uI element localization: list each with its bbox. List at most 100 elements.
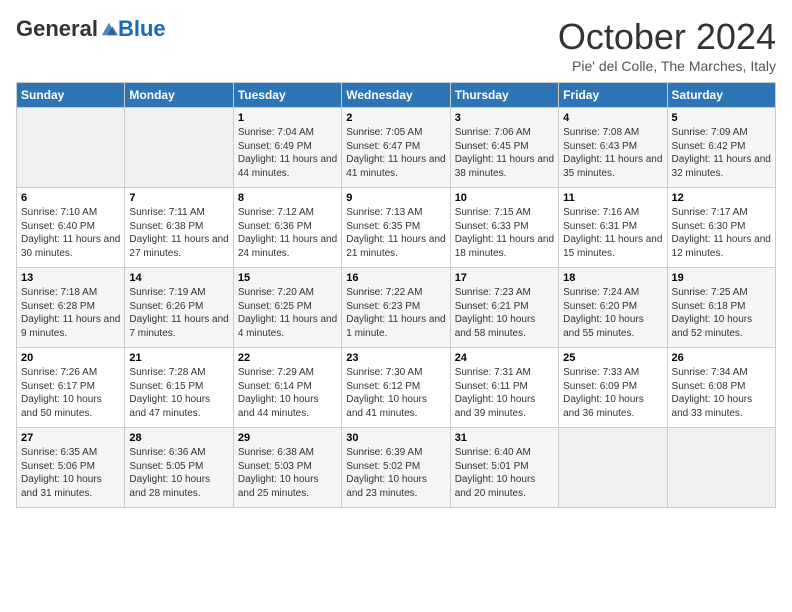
day-details: Sunrise: 7:15 AM Sunset: 6:33 PM Dayligh…	[455, 207, 554, 259]
day-number: 17	[455, 272, 554, 284]
day-cell: 5 Sunrise: 7:09 AM Sunset: 6:42 PM Daylig…	[667, 108, 775, 188]
day-details: Sunrise: 7:13 AM Sunset: 6:35 PM Dayligh…	[346, 207, 445, 259]
day-cell	[17, 108, 125, 188]
day-details: Sunrise: 7:30 AM Sunset: 6:12 PM Dayligh…	[346, 367, 427, 419]
day-cell: 21Sunrise: 7:28 AM Sunset: 6:15 PM Dayli…	[125, 348, 233, 428]
day-header-wednesday: Wednesday	[342, 83, 450, 108]
day-cell: 29 Sunrise: 6:38 AM Sunset: 5:03 PM Dayli…	[233, 428, 341, 508]
day-details: Sunrise: 7:10 AM Sunset: 6:40 PM Dayligh…	[21, 207, 120, 259]
day-cell	[125, 108, 233, 188]
week-row-4: 20Sunrise: 7:26 AM Sunset: 6:17 PM Dayli…	[17, 348, 776, 428]
day-cell: 11 Sunrise: 7:16 AM Sunset: 6:31 PM Dayli…	[559, 188, 667, 268]
day-number: 18	[563, 272, 662, 284]
day-number: 30	[346, 432, 445, 444]
day-header-tuesday: Tuesday	[233, 83, 341, 108]
day-number: 29	[238, 432, 337, 444]
day-cell	[559, 428, 667, 508]
day-cell: 25 Sunrise: 7:33 AM Sunset: 6:09 PM Dayli…	[559, 348, 667, 428]
day-header-thursday: Thursday	[450, 83, 558, 108]
day-cell: 18 Sunrise: 7:24 AM Sunset: 6:20 PM Dayli…	[559, 268, 667, 348]
day-number: 9	[346, 192, 445, 204]
day-cell: 6 Sunrise: 7:10 AM Sunset: 6:40 PM Daylig…	[17, 188, 125, 268]
day-cell: 7 Sunrise: 7:11 AM Sunset: 6:38 PM Daylig…	[125, 188, 233, 268]
day-cell: 3 Sunrise: 7:06 AM Sunset: 6:45 PM Daylig…	[450, 108, 558, 188]
day-cell: 8Sunrise: 7:12 AM Sunset: 6:36 PM Daylig…	[233, 188, 341, 268]
day-number: 7	[129, 192, 228, 204]
week-row-2: 6 Sunrise: 7:10 AM Sunset: 6:40 PM Daylig…	[17, 188, 776, 268]
logo-general-text: General	[16, 16, 98, 42]
day-header-sunday: Sunday	[17, 83, 125, 108]
day-cell: 10 Sunrise: 7:15 AM Sunset: 6:33 PM Dayli…	[450, 188, 558, 268]
day-cell: 4 Sunrise: 7:08 AM Sunset: 6:43 PM Daylig…	[559, 108, 667, 188]
week-row-3: 13 Sunrise: 7:18 AM Sunset: 6:28 PM Dayli…	[17, 268, 776, 348]
day-cell: 20Sunrise: 7:26 AM Sunset: 6:17 PM Dayli…	[17, 348, 125, 428]
day-number: 2	[346, 112, 445, 124]
title-block: October 2024 Pie' del Colle, The Marches…	[558, 16, 776, 74]
day-number: 23	[346, 352, 445, 364]
day-number: 25	[563, 352, 662, 364]
day-details: Sunrise: 7:04 AM Sunset: 6:49 PM Dayligh…	[238, 127, 337, 179]
day-details: Sunrise: 7:06 AM Sunset: 6:45 PM Dayligh…	[455, 127, 554, 179]
day-details: Sunrise: 7:18 AM Sunset: 6:28 PM Dayligh…	[21, 287, 120, 339]
day-header-monday: Monday	[125, 83, 233, 108]
day-number: 13	[21, 272, 120, 284]
day-cell: 30 Sunrise: 6:39 AM Sunset: 5:02 PM Dayli…	[342, 428, 450, 508]
day-cell: 2 Sunrise: 7:05 AM Sunset: 6:47 PM Daylig…	[342, 108, 450, 188]
day-details: Sunrise: 7:33 AM Sunset: 6:09 PM Dayligh…	[563, 367, 644, 419]
day-details: Sunrise: 7:11 AM Sunset: 6:38 PM Dayligh…	[129, 207, 228, 259]
day-number: 12	[672, 192, 771, 204]
day-cell: 23 Sunrise: 7:30 AM Sunset: 6:12 PM Dayli…	[342, 348, 450, 428]
day-cell: 17Sunrise: 7:23 AM Sunset: 6:21 PM Dayli…	[450, 268, 558, 348]
location-subtitle: Pie' del Colle, The Marches, Italy	[558, 58, 776, 74]
day-number: 26	[672, 352, 771, 364]
day-details: Sunrise: 6:35 AM Sunset: 5:06 PM Dayligh…	[21, 447, 102, 499]
day-details: Sunrise: 7:22 AM Sunset: 6:23 PM Dayligh…	[346, 287, 445, 339]
day-details: Sunrise: 7:19 AM Sunset: 6:26 PM Dayligh…	[129, 287, 228, 339]
day-number: 19	[672, 272, 771, 284]
day-details: Sunrise: 7:16 AM Sunset: 6:31 PM Dayligh…	[563, 207, 662, 259]
day-details: Sunrise: 7:08 AM Sunset: 6:43 PM Dayligh…	[563, 127, 662, 179]
day-details: Sunrise: 7:24 AM Sunset: 6:20 PM Dayligh…	[563, 287, 644, 339]
day-number: 15	[238, 272, 337, 284]
day-details: Sunrise: 7:05 AM Sunset: 6:47 PM Dayligh…	[346, 127, 445, 179]
day-details: Sunrise: 7:31 AM Sunset: 6:11 PM Dayligh…	[455, 367, 536, 419]
day-details: Sunrise: 6:38 AM Sunset: 5:03 PM Dayligh…	[238, 447, 319, 499]
day-number: 14	[129, 272, 228, 284]
day-cell: 31Sunrise: 6:40 AM Sunset: 5:01 PM Dayli…	[450, 428, 558, 508]
week-row-5: 27Sunrise: 6:35 AM Sunset: 5:06 PM Dayli…	[17, 428, 776, 508]
day-number: 5	[672, 112, 771, 124]
day-number: 1	[238, 112, 337, 124]
day-details: Sunrise: 7:09 AM Sunset: 6:42 PM Dayligh…	[672, 127, 771, 179]
day-number: 6	[21, 192, 120, 204]
day-cell: 16Sunrise: 7:22 AM Sunset: 6:23 PM Dayli…	[342, 268, 450, 348]
day-details: Sunrise: 6:36 AM Sunset: 5:05 PM Dayligh…	[129, 447, 210, 499]
day-number: 11	[563, 192, 662, 204]
logo-icon	[100, 20, 118, 38]
day-number: 22	[238, 352, 337, 364]
day-cell: 9 Sunrise: 7:13 AM Sunset: 6:35 PM Daylig…	[342, 188, 450, 268]
logo: General Blue	[16, 16, 166, 42]
day-cell: 22 Sunrise: 7:29 AM Sunset: 6:14 PM Dayli…	[233, 348, 341, 428]
day-number: 28	[129, 432, 228, 444]
day-cell: 12Sunrise: 7:17 AM Sunset: 6:30 PM Dayli…	[667, 188, 775, 268]
day-cell: 19Sunrise: 7:25 AM Sunset: 6:18 PM Dayli…	[667, 268, 775, 348]
day-header-saturday: Saturday	[667, 83, 775, 108]
day-details: Sunrise: 7:12 AM Sunset: 6:36 PM Dayligh…	[238, 207, 337, 259]
day-number: 24	[455, 352, 554, 364]
month-title: October 2024	[558, 16, 776, 58]
day-number: 4	[563, 112, 662, 124]
day-details: Sunrise: 7:29 AM Sunset: 6:14 PM Dayligh…	[238, 367, 319, 419]
day-header-friday: Friday	[559, 83, 667, 108]
logo-blue-text: Blue	[118, 16, 166, 42]
day-cell: 1 Sunrise: 7:04 AM Sunset: 6:49 PM Daylig…	[233, 108, 341, 188]
day-cell	[667, 428, 775, 508]
day-number: 31	[455, 432, 554, 444]
day-cell: 13 Sunrise: 7:18 AM Sunset: 6:28 PM Dayli…	[17, 268, 125, 348]
day-cell: 26Sunrise: 7:34 AM Sunset: 6:08 PM Dayli…	[667, 348, 775, 428]
day-number: 10	[455, 192, 554, 204]
day-cell: 24 Sunrise: 7:31 AM Sunset: 6:11 PM Dayli…	[450, 348, 558, 428]
day-details: Sunrise: 6:39 AM Sunset: 5:02 PM Dayligh…	[346, 447, 427, 499]
day-details: Sunrise: 7:20 AM Sunset: 6:25 PM Dayligh…	[238, 287, 337, 339]
day-number: 3	[455, 112, 554, 124]
day-cell: 28 Sunrise: 6:36 AM Sunset: 5:05 PM Dayli…	[125, 428, 233, 508]
